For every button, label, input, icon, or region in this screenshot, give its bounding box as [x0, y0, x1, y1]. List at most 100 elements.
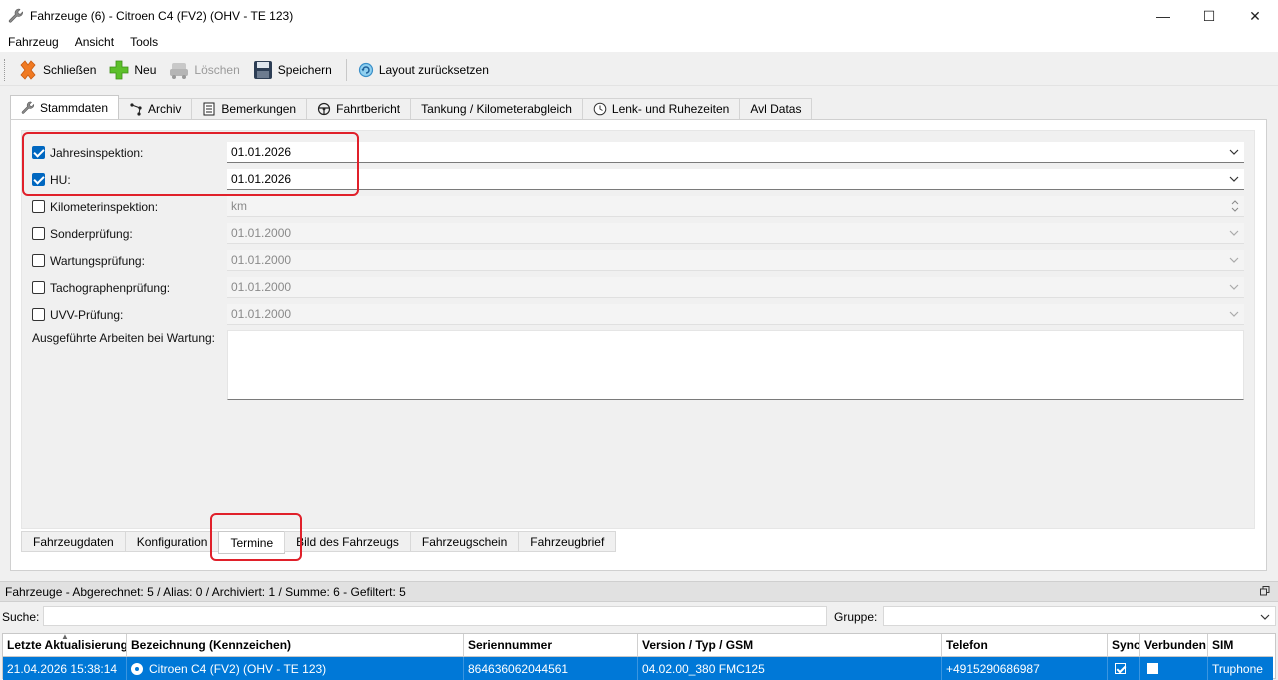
save-button[interactable]: Speichern	[248, 56, 338, 84]
cell-name: Citroen C4 (FV2) (OHV - TE 123)	[127, 657, 464, 680]
chevron-down-icon[interactable]	[1259, 611, 1271, 623]
table-row[interactable]: 21.04.2026 15:38:14 Citroen C4 (FV2) (OH…	[3, 657, 1273, 680]
cell-connected	[1140, 657, 1208, 680]
column-header-sim[interactable]: SIM	[1208, 634, 1273, 657]
tab-label: Bemerkungen	[221, 102, 297, 116]
tab-tankung[interactable]: Tankung / Kilometerabgleich	[410, 98, 583, 119]
kilometerinspektion-checkbox[interactable]	[32, 200, 45, 213]
tab-bemerkungen[interactable]: Bemerkungen	[191, 98, 308, 119]
tab-bild-des-fahrzeugs[interactable]: Bild des Fahrzeugs	[284, 531, 411, 552]
chevron-down-icon[interactable]	[1228, 146, 1240, 158]
tab-avl-datas[interactable]: Avl Datas	[739, 98, 813, 119]
sort-ascending-icon: ▲	[61, 634, 69, 641]
column-header-version[interactable]: Version / Typ / GSM	[638, 634, 942, 657]
menu-bar: Fahrzeug Ansicht Tools	[0, 32, 1278, 52]
tab-konfiguration[interactable]: Konfiguration	[124, 531, 220, 552]
menu-fahrzeug[interactable]: Fahrzeug	[0, 35, 67, 49]
save-button-label: Speichern	[277, 62, 332, 77]
maximize-button[interactable]: ☐	[1186, 0, 1232, 32]
tachographenpruefung-checkbox[interactable]	[32, 281, 45, 294]
plus-icon	[109, 60, 129, 79]
uvv-pruefung-value: 01.01.2000	[231, 307, 292, 321]
wartung-arbeiten-textarea[interactable]	[227, 330, 1244, 400]
tab-fahrzeugschein[interactable]: Fahrzeugschein	[409, 531, 520, 552]
chevron-down-icon[interactable]	[1228, 227, 1240, 239]
reset-layout-button[interactable]: Layout zurücksetzen	[353, 56, 495, 84]
wrench-icon	[21, 101, 35, 114]
row-jahresinspektion: Jahresinspektion: 01.01.2026	[32, 142, 1244, 164]
column-header-sync[interactable]: Sync	[1108, 634, 1140, 657]
tab-fahrzeugdaten[interactable]: Fahrzeugdaten	[21, 531, 126, 552]
jahresinspektion-label: Jahresinspektion:	[50, 146, 144, 160]
toolbar-separator	[345, 58, 347, 81]
search-input[interactable]	[43, 606, 827, 626]
sonderpruefung-checkbox[interactable]	[32, 227, 45, 240]
wrench-icon	[8, 8, 23, 23]
menu-tools[interactable]: Tools	[122, 35, 166, 49]
row-sonderpruefung: Sonderprüfung: 01.01.2000	[32, 223, 1244, 245]
vehicle-list-status-bar: Fahrzeuge - Abgerechnet: 5 / Alias: 0 / …	[0, 581, 1278, 602]
delete-button-label: Löschen	[194, 62, 240, 77]
new-button[interactable]: Neu	[104, 56, 162, 84]
chevron-down-icon[interactable]	[1228, 308, 1240, 320]
toolbar-grip[interactable]	[4, 58, 7, 81]
tab-archiv[interactable]: Archiv	[118, 98, 193, 119]
tab-stammdaten[interactable]: Stammdaten	[10, 95, 120, 119]
restore-window-icon[interactable]	[1260, 586, 1270, 596]
connected-checkbox[interactable]	[1147, 663, 1158, 674]
hu-date-picker[interactable]: 01.01.2026	[227, 169, 1244, 190]
chevron-down-icon[interactable]	[1228, 173, 1240, 185]
hu-label: HU:	[50, 173, 71, 187]
tachographenpruefung-date-picker[interactable]: 01.01.2000	[227, 277, 1244, 298]
tab-fahrtbericht[interactable]: Fahrtbericht	[306, 98, 412, 119]
minimize-button[interactable]: —	[1140, 0, 1186, 32]
hu-checkbox[interactable]	[32, 173, 45, 186]
tab-termine[interactable]: Termine	[218, 531, 286, 554]
tab-lenk-und-ruhezeiten[interactable]: Lenk- und Ruhezeiten	[581, 98, 741, 119]
cell-phone: +4915290686987	[942, 657, 1108, 680]
steering-wheel-icon	[318, 102, 331, 116]
sonderpruefung-date-picker[interactable]: 01.01.2000	[227, 223, 1244, 244]
jahresinspektion-value: 01.01.2026	[231, 145, 292, 159]
jahresinspektion-date-picker[interactable]: 01.01.2026	[227, 142, 1244, 163]
close-button-label: Schließen	[43, 62, 97, 77]
column-header-phone[interactable]: Telefon	[942, 634, 1108, 657]
tab-fahrzeugbrief[interactable]: Fahrzeugbrief	[518, 531, 617, 552]
group-select[interactable]	[883, 606, 1276, 626]
uvv-pruefung-date-picker[interactable]: 01.01.2000	[227, 304, 1244, 325]
vehicle-grid: ▲ Letzte Aktualisierung Bezeichnung (Ken…	[2, 633, 1276, 680]
close-window-button[interactable]: ✕	[1232, 0, 1278, 32]
cell-sync	[1108, 657, 1140, 680]
wartungspruefung-date-picker[interactable]: 01.01.2000	[227, 250, 1244, 271]
column-header-name[interactable]: Bezeichnung (Kennzeichen)	[127, 634, 464, 657]
menu-ansicht[interactable]: Ansicht	[67, 35, 122, 49]
delete-button[interactable]: Löschen	[164, 56, 245, 84]
uvv-pruefung-checkbox[interactable]	[32, 308, 45, 321]
row-tachographenpruefung: Tachographenprüfung: 01.01.2000	[32, 277, 1244, 299]
chevron-down-icon[interactable]	[1228, 254, 1240, 266]
close-button[interactable]: Schließen	[13, 56, 102, 84]
sync-checkbox[interactable]	[1115, 663, 1126, 674]
reset-layout-button-label: Layout zurücksetzen	[378, 62, 489, 77]
notes-icon	[203, 102, 215, 116]
column-header-last-update[interactable]: ▲ Letzte Aktualisierung	[3, 634, 127, 657]
vehicle-status-icon	[131, 662, 143, 675]
new-button-label: Neu	[134, 62, 157, 77]
wartungspruefung-label: Wartungsprüfung:	[50, 254, 145, 268]
termine-panel: Jahresinspektion: 01.01.2026 HU: 01.01.2…	[21, 130, 1255, 529]
route-icon	[130, 103, 142, 116]
tab-label: Stammdaten	[40, 100, 109, 115]
tachographenpruefung-label: Tachographenprüfung:	[50, 281, 171, 295]
column-header-connected[interactable]: Verbunden	[1140, 634, 1208, 657]
kilometerinspektion-spinner[interactable]: km	[227, 196, 1244, 217]
column-header-serial[interactable]: Seriennummer	[464, 634, 638, 657]
wartungspruefung-checkbox[interactable]	[32, 254, 45, 267]
jahresinspektion-checkbox[interactable]	[32, 146, 45, 159]
sonderpruefung-label: Sonderprüfung:	[50, 227, 133, 241]
close-x-icon	[20, 59, 36, 80]
tab-label: Archiv	[148, 102, 182, 116]
chevron-down-icon[interactable]	[1228, 281, 1240, 293]
spinner-arrows-icon[interactable]	[1230, 199, 1240, 213]
grid-header-row: ▲ Letzte Aktualisierung Bezeichnung (Ken…	[3, 634, 1273, 657]
row-wartungspruefung: Wartungsprüfung: 01.01.2000	[32, 250, 1244, 272]
